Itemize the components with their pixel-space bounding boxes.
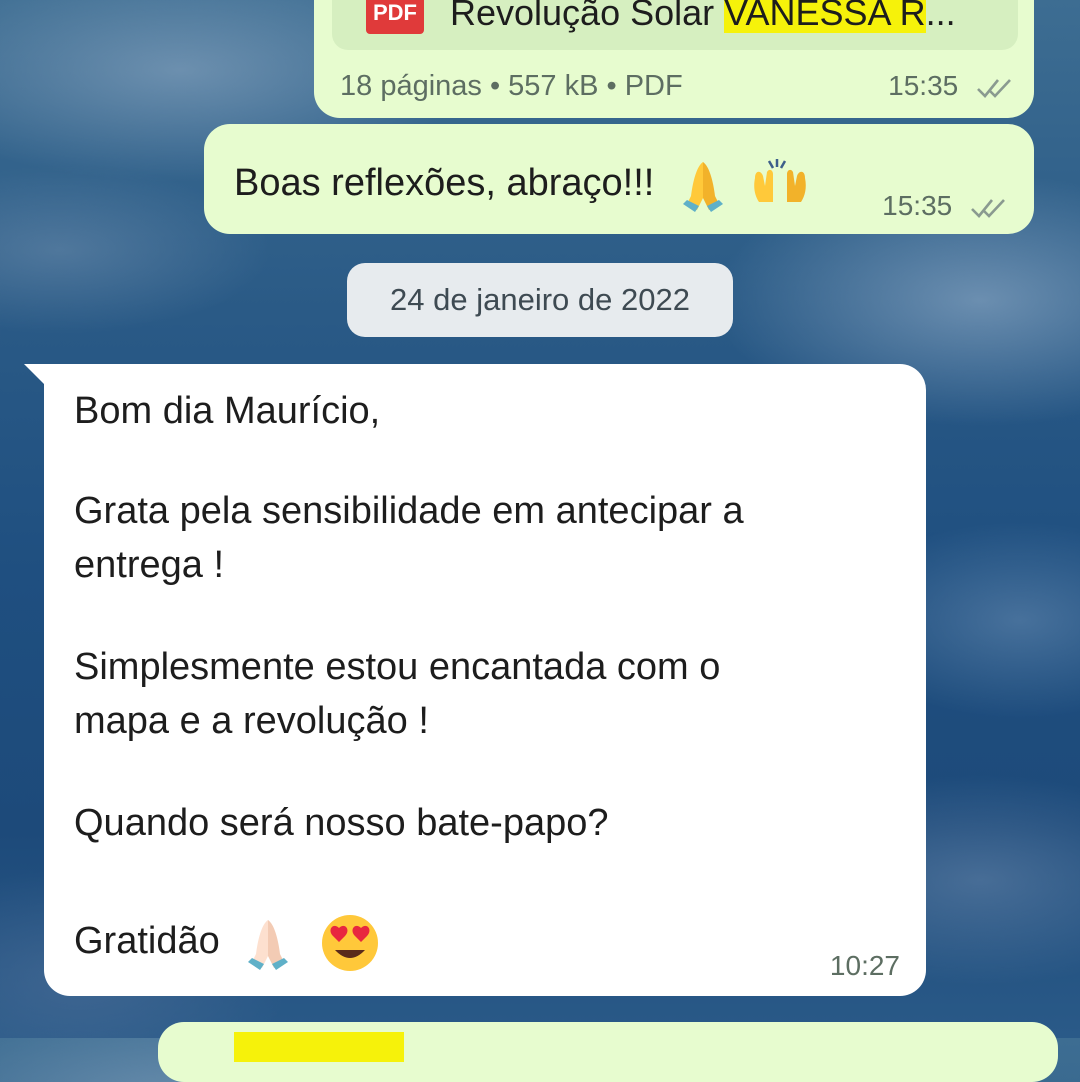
- document-preview[interactable]: PDF Revolução Solar VANESSA R...: [332, 0, 1018, 50]
- raising-hands-emoji: [754, 159, 807, 202]
- heart-eyes-emoji: [321, 915, 378, 971]
- text-highlight: [234, 1032, 404, 1062]
- message-line: Bom dia Maurício,: [74, 390, 381, 432]
- double-check-icon: [971, 198, 1005, 218]
- message-text: Boas reflexões, abraço!!!: [234, 156, 813, 214]
- pdf-icon: PDF: [366, 0, 424, 34]
- message-line: Grata pela sensibilidade em antecipar a: [74, 490, 744, 532]
- folded-hands-light-emoji: [248, 920, 289, 970]
- message-line: mapa e a revolução !: [74, 700, 429, 742]
- incoming-message-bubble[interactable]: Bom dia Maurício, Grata pela sensibilida…: [44, 364, 926, 996]
- folded-hands-emoji: [682, 162, 723, 212]
- outgoing-message-bubble-partial[interactable]: [158, 1022, 1058, 1082]
- message-time: 15:35: [882, 190, 1008, 222]
- message-line: Simplesmente estou encantada com o: [74, 646, 721, 688]
- message-line: entrega !: [74, 544, 224, 586]
- document-message-bubble[interactable]: PDF Revolução Solar VANESSA R... 18 pági…: [314, 0, 1034, 118]
- date-separator: 24 de janeiro de 2022: [347, 263, 733, 337]
- outgoing-message-bubble[interactable]: Boas reflexões, abraço!!! 15:35: [204, 124, 1034, 234]
- document-name-highlight: VANESSA R: [724, 0, 926, 33]
- message-line: Quando será nosso bate-papo?: [74, 802, 609, 844]
- document-name: Revolução Solar VANESSA R...: [450, 0, 956, 34]
- double-check-icon: [977, 78, 1011, 98]
- message-time: 10:27: [829, 950, 900, 981]
- document-meta: 18 páginas • 557 kB • PDF: [340, 70, 683, 102]
- message-time: 15:35: [888, 70, 1014, 102]
- message-line-last: Gratidão: [74, 912, 381, 974]
